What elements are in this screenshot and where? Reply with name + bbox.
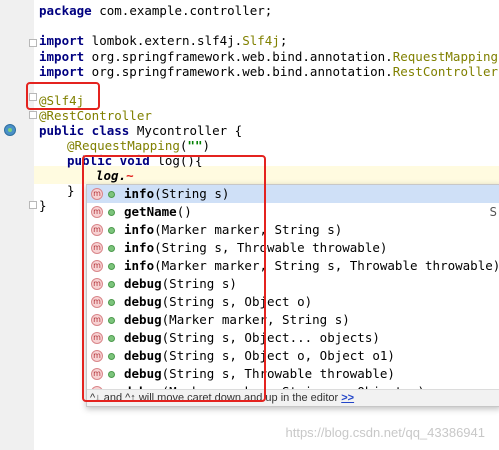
more-info-link[interactable]: >> [341,392,354,404]
fold-marker-icon[interactable] [29,111,37,119]
code-line-import: import org.springframework.web.bind.anno… [39,64,499,79]
highlight-box-slf4j [26,82,100,110]
editor-gutter [0,0,35,450]
highlight-box-completion [82,155,266,402]
fold-marker-icon[interactable] [29,39,37,47]
fold-marker-icon[interactable] [29,201,37,209]
code-line-package: package com.example.controller; [39,3,273,18]
code-line-close-inner: } [67,183,75,198]
completion-item-type: S [489,204,497,219]
watermark: https://blog.csdn.net/qq_43386941 [285,425,486,440]
spring-bean-icon[interactable] [4,124,16,136]
code-line-close-outer: } [39,198,47,213]
